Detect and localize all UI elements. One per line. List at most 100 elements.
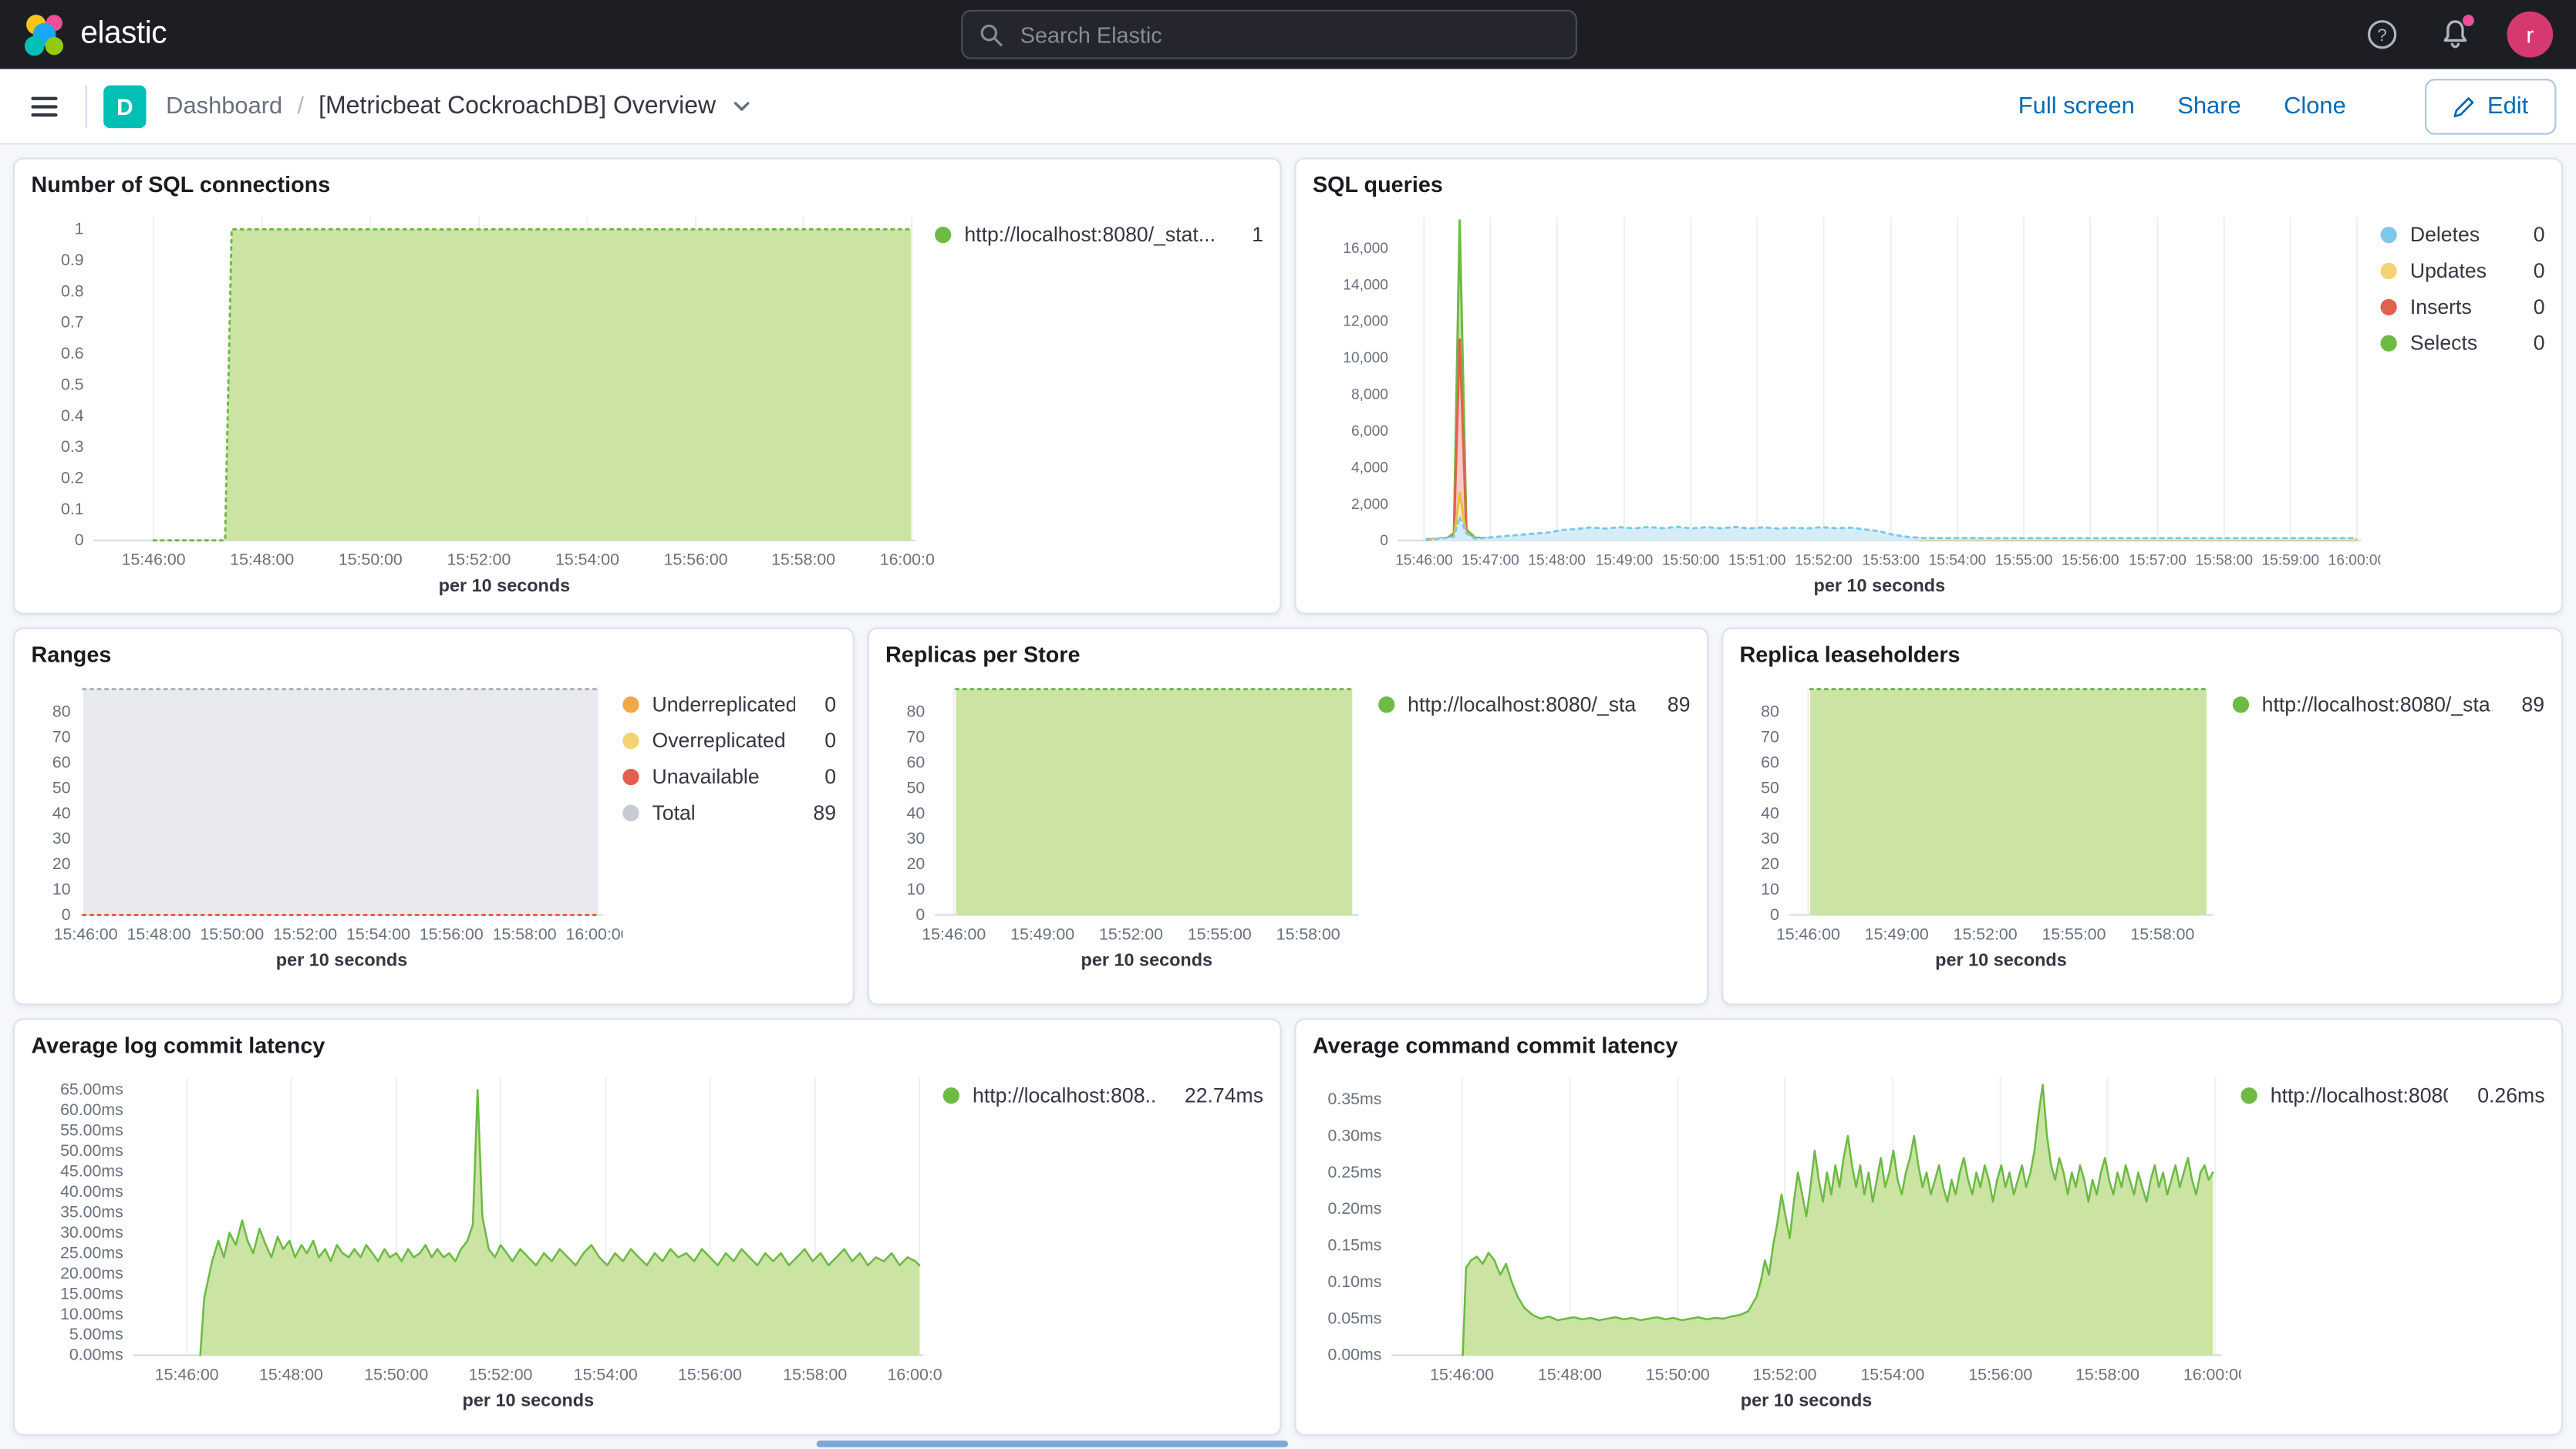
legend-series-dot: [2381, 335, 2397, 352]
legend-series-value: 89: [2505, 693, 2544, 716]
svg-text:60: 60: [1761, 753, 1779, 771]
breadcrumb-dashboard-link[interactable]: Dashboard: [166, 93, 282, 119]
legend-item[interactable]: Updates0: [2381, 260, 2545, 283]
dashboard-grid: Number of SQL connections00.10.20.30.40.…: [0, 144, 2576, 1448]
svg-text:0.5: 0.5: [61, 375, 84, 393]
svg-text:80: 80: [1761, 703, 1779, 721]
svg-text:55.00ms: 55.00ms: [60, 1121, 123, 1140]
chart-avg-command-commit-latency[interactable]: 0.00ms0.05ms0.10ms0.15ms0.20ms0.25ms0.30…: [1313, 1061, 2241, 1420]
breadcrumb-separator: /: [297, 93, 304, 119]
legend-item[interactable]: http://localhost:8080/_sta...89: [1378, 693, 1691, 716]
legend-series-label: http://localhost:808...: [973, 1084, 1155, 1107]
svg-text:60: 60: [906, 753, 925, 771]
svg-text:15:58:00: 15:58:00: [1276, 925, 1340, 943]
nav-menu-button[interactable]: [20, 81, 69, 130]
svg-text:16:00:00: 16:00:00: [566, 925, 623, 943]
legend-series-dot: [2381, 263, 2397, 279]
chart-ranges[interactable]: 0102030405060708015:46:0015:48:0015:50:0…: [31, 670, 622, 990]
svg-text:15:55:00: 15:55:00: [2042, 925, 2106, 943]
svg-text:0.2: 0.2: [61, 468, 84, 487]
svg-text:15:46:00: 15:46:00: [54, 925, 118, 943]
share-button[interactable]: Share: [2177, 93, 2241, 119]
full-screen-button[interactable]: Full screen: [2018, 93, 2135, 119]
legend-item[interactable]: Deletes0: [2381, 224, 2545, 247]
chevron-down-icon[interactable]: [730, 96, 752, 117]
chart-sql-queries[interactable]: 02,0004,0006,0008,00010,00012,00014,0001…: [1313, 201, 2381, 600]
legend: http://localhost:8080...0.26ms: [2241, 1061, 2544, 1420]
legend-item[interactable]: http://localhost:8080/_sta...89: [2232, 693, 2544, 716]
dashboard-row: Ranges0102030405060708015:46:0015:48:001…: [13, 628, 2563, 1006]
legend-item[interactable]: Inserts0: [2381, 295, 2545, 318]
clone-button[interactable]: Clone: [2284, 93, 2346, 119]
chart-sql-connections[interactable]: 00.10.20.30.40.50.60.70.80.9115:46:0015:…: [31, 201, 935, 600]
legend-series-dot: [2381, 227, 2397, 243]
svg-text:15:55:00: 15:55:00: [1995, 553, 2053, 569]
legend-series-value: 0: [2517, 332, 2544, 355]
svg-text:12,000: 12,000: [1343, 314, 1388, 330]
svg-text:16:00:00: 16:00:00: [2328, 553, 2381, 569]
panel-body: 02,0004,0006,0008,00010,00012,00014,0001…: [1313, 201, 2545, 600]
svg-text:15:57:00: 15:57:00: [2129, 553, 2187, 569]
panel-title[interactable]: Average command commit latency: [1313, 1033, 2545, 1058]
legend-series-label: http://localhost:8080/_stat...: [964, 224, 1216, 247]
svg-text:15:56:00: 15:56:00: [678, 1365, 742, 1383]
svg-text:15:50:00: 15:50:00: [1646, 1365, 1710, 1383]
user-avatar[interactable]: r: [2507, 12, 2554, 58]
panel-title[interactable]: SQL queries: [1313, 173, 2545, 197]
app-root: elastic ? r: [0, 0, 2576, 1449]
svg-text:25.00ms: 25.00ms: [60, 1243, 123, 1262]
svg-text:10: 10: [1761, 880, 1779, 898]
legend-item[interactable]: http://localhost:808... 22.74ms: [943, 1084, 1263, 1107]
global-search[interactable]: [961, 10, 1577, 59]
legend-series-label: Total: [652, 801, 695, 824]
svg-text:15:46:00: 15:46:00: [1776, 925, 1840, 943]
legend-series-value: 1: [1236, 224, 1263, 247]
svg-text:15:46:00: 15:46:00: [922, 925, 986, 943]
chart-replicas-per-store[interactable]: 0102030405060708015:46:0015:49:0015:52:0…: [885, 670, 1378, 990]
chart-replica-leaseholders[interactable]: 0102030405060708015:46:0015:49:0015:52:0…: [1739, 670, 2232, 990]
chart-avg-log-commit-latency[interactable]: 0.00ms5.00ms10.00ms15.00ms20.00ms25.00ms…: [31, 1061, 942, 1420]
svg-text:15:46:00: 15:46:00: [122, 551, 186, 569]
legend-series-dot: [943, 1087, 959, 1104]
svg-text:30: 30: [1761, 829, 1779, 847]
svg-text:per 10 seconds: per 10 seconds: [1814, 575, 1946, 595]
svg-text:60.00ms: 60.00ms: [60, 1100, 123, 1119]
legend-item[interactable]: Unavailable0: [622, 766, 836, 789]
horizontal-scrollbar-thumb[interactable]: [817, 1441, 1288, 1447]
svg-text:15:52:00: 15:52:00: [1795, 553, 1853, 569]
svg-text:0.1: 0.1: [61, 500, 84, 518]
legend-item[interactable]: Underreplicated0: [622, 693, 836, 716]
dashboard-row: Average log commit latency 0.00ms5.00ms10…: [13, 1019, 2563, 1436]
legend-item[interactable]: Overreplicated0: [622, 730, 836, 753]
svg-text:0.30ms: 0.30ms: [1328, 1127, 1382, 1145]
svg-text:70: 70: [52, 728, 71, 746]
legend-item[interactable]: Selects0: [2381, 332, 2545, 355]
search-input[interactable]: [1017, 21, 1559, 49]
svg-text:15:54:00: 15:54:00: [1860, 1365, 1924, 1383]
legend-item[interactable]: http://localhost:8080...0.26ms: [2241, 1084, 2544, 1107]
panel-title[interactable]: Replicas per Store: [885, 642, 1691, 667]
legend-item[interactable]: http://localhost:8080/_stat... 1: [935, 224, 1263, 247]
elastic-home-link[interactable]: elastic: [23, 13, 167, 56]
legend-item[interactable]: Total89: [622, 801, 836, 824]
legend-series-value: 0: [2517, 224, 2544, 247]
help-icon[interactable]: ?: [2362, 15, 2402, 54]
panel-title[interactable]: Replica leaseholders: [1739, 642, 2544, 667]
svg-text:15:48:00: 15:48:00: [127, 925, 191, 943]
panel-title[interactable]: Ranges: [31, 642, 836, 667]
svg-text:30: 30: [906, 829, 925, 847]
svg-text:15:52:00: 15:52:00: [1099, 925, 1163, 943]
legend-series-value: 0: [808, 730, 836, 753]
panel-title[interactable]: Number of SQL connections: [31, 173, 1263, 197]
page-title: [Metricbeat CockroachDB] Overview: [319, 92, 716, 120]
svg-text:15:51:00: 15:51:00: [1728, 553, 1786, 569]
legend-series-dot: [622, 805, 639, 821]
svg-text:4,000: 4,000: [1351, 460, 1388, 476]
legend-series-value: 22.74ms: [1168, 1084, 1263, 1107]
svg-text:15:54:00: 15:54:00: [346, 925, 410, 943]
notifications-bell-icon[interactable]: [2435, 15, 2474, 54]
edit-button[interactable]: Edit: [2425, 78, 2556, 133]
svg-text:15:52:00: 15:52:00: [469, 1365, 533, 1383]
svg-text:0: 0: [915, 905, 925, 924]
panel-title[interactable]: Average log commit latency: [31, 1033, 1263, 1058]
